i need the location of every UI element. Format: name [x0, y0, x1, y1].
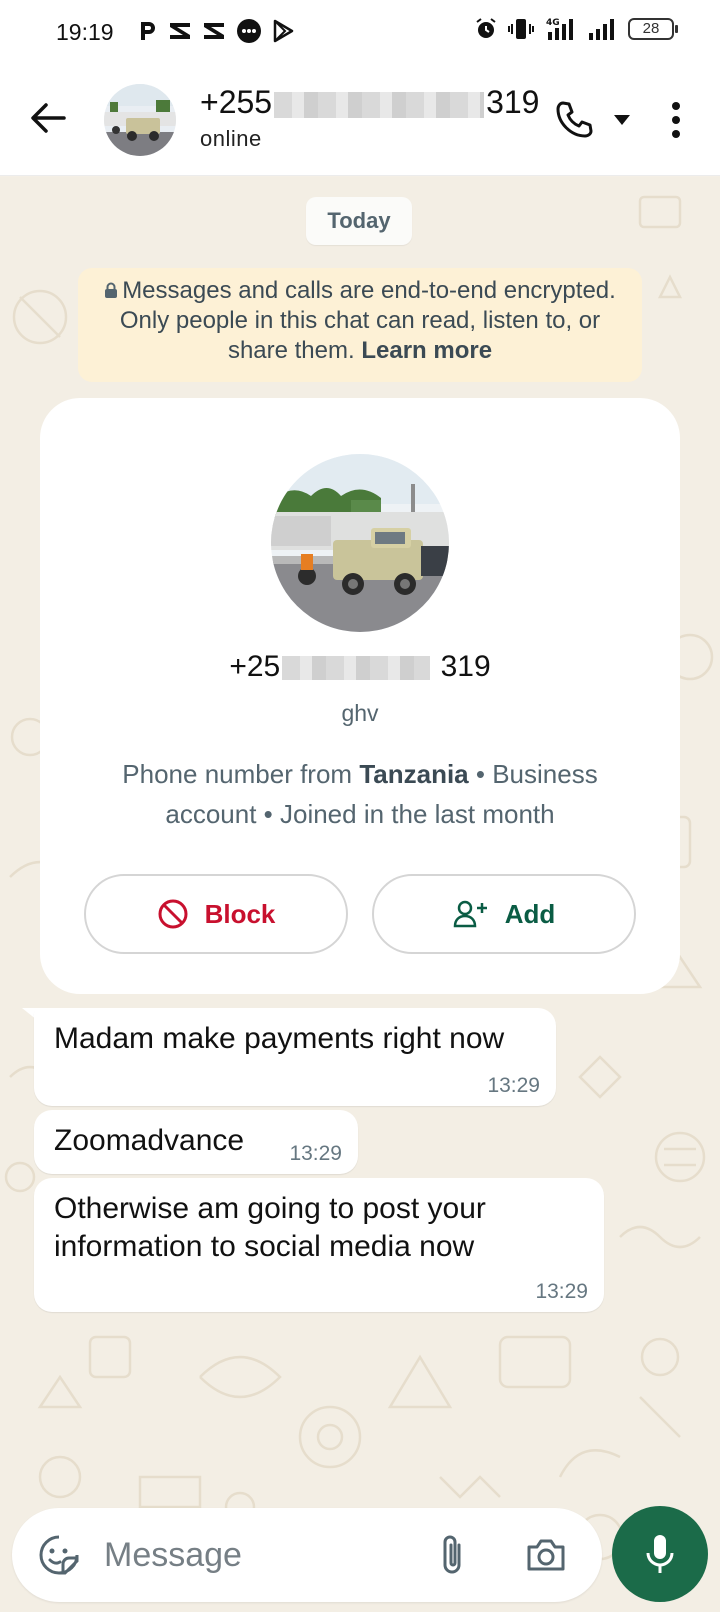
chat-header: +255 319 online — [0, 64, 720, 176]
alarm-icon — [476, 18, 496, 38]
camera-button[interactable] — [520, 1530, 572, 1580]
play-store-icon — [273, 19, 294, 43]
messenger-icon — [237, 19, 261, 43]
voice-call-button[interactable] — [548, 96, 600, 144]
redacted-digits — [282, 656, 431, 681]
battery-icon: 28 — [628, 18, 678, 40]
signal-icon — [589, 19, 614, 40]
message-text: Otherwise am going to post your informat… — [54, 1192, 486, 1263]
block-button[interactable]: Block — [84, 874, 348, 954]
lock-icon — [105, 282, 118, 298]
block-icon — [158, 899, 188, 929]
message-text: Madam make payments right now — [54, 1022, 505, 1055]
attach-button[interactable] — [430, 1528, 476, 1582]
caret-down-icon — [614, 115, 630, 125]
paperclip-icon — [443, 1535, 461, 1574]
capcut-icon — [170, 23, 190, 39]
call-options-button[interactable] — [608, 102, 636, 138]
contact-number[interactable]: +255 319 — [200, 84, 539, 121]
business-name: ghv — [341, 700, 379, 726]
more-options-button[interactable] — [656, 94, 696, 146]
message-time: 13:29 — [535, 1280, 588, 1303]
status-bar: 19:19 4G 28 — [0, 0, 720, 64]
back-button[interactable] — [24, 94, 72, 142]
capcut-icon — [204, 23, 224, 39]
avatar[interactable] — [104, 84, 176, 156]
sticker-icon — [39, 1535, 79, 1575]
learn-more-link[interactable]: Learn more — [361, 337, 492, 364]
add-person-icon — [453, 900, 487, 928]
card-contact-number: +25 319 — [229, 650, 491, 683]
camera-icon — [527, 1539, 565, 1571]
status-time: 19:19 — [56, 19, 114, 45]
message-composer — [12, 1508, 602, 1602]
vibrate-icon — [508, 19, 534, 39]
contact-info-card: +25 319 ghv Phone number from Tanzania •… — [40, 398, 680, 994]
message-time: 13:29 — [289, 1142, 342, 1165]
signal-4g-icon: 4G — [546, 18, 573, 40]
add-contact-button[interactable]: Add — [372, 874, 636, 954]
phone-icon — [556, 101, 593, 138]
message-input[interactable] — [104, 1528, 404, 1582]
message-bubble[interactable]: Otherwise am going to post your informat… — [34, 1178, 604, 1312]
redacted-digits — [274, 91, 485, 118]
contact-photo[interactable] — [271, 454, 449, 632]
system-icons: 4G 28 — [474, 16, 678, 42]
message-time: 13:29 — [487, 1074, 540, 1097]
sticker-button[interactable] — [34, 1530, 84, 1580]
svg-text:4G: 4G — [546, 18, 560, 28]
back-arrow-icon — [31, 103, 66, 133]
message-bubble[interactable]: Madam make payments right now 13:29 — [34, 1008, 556, 1106]
more-vert-icon — [672, 102, 680, 138]
contact-details: Phone number from Tanzania • Business ac… — [122, 759, 598, 829]
message-bubble[interactable]: Zoomadvance 13:29 — [34, 1110, 358, 1174]
contact-status: online — [200, 126, 262, 151]
date-divider: Today — [306, 197, 412, 245]
encryption-notice[interactable]: Messages and calls are end-to-end encryp… — [78, 268, 642, 382]
voice-message-button[interactable] — [612, 1506, 708, 1602]
microphone-icon — [646, 1535, 674, 1573]
p-icon — [141, 22, 155, 40]
notification-icons — [138, 18, 294, 44]
